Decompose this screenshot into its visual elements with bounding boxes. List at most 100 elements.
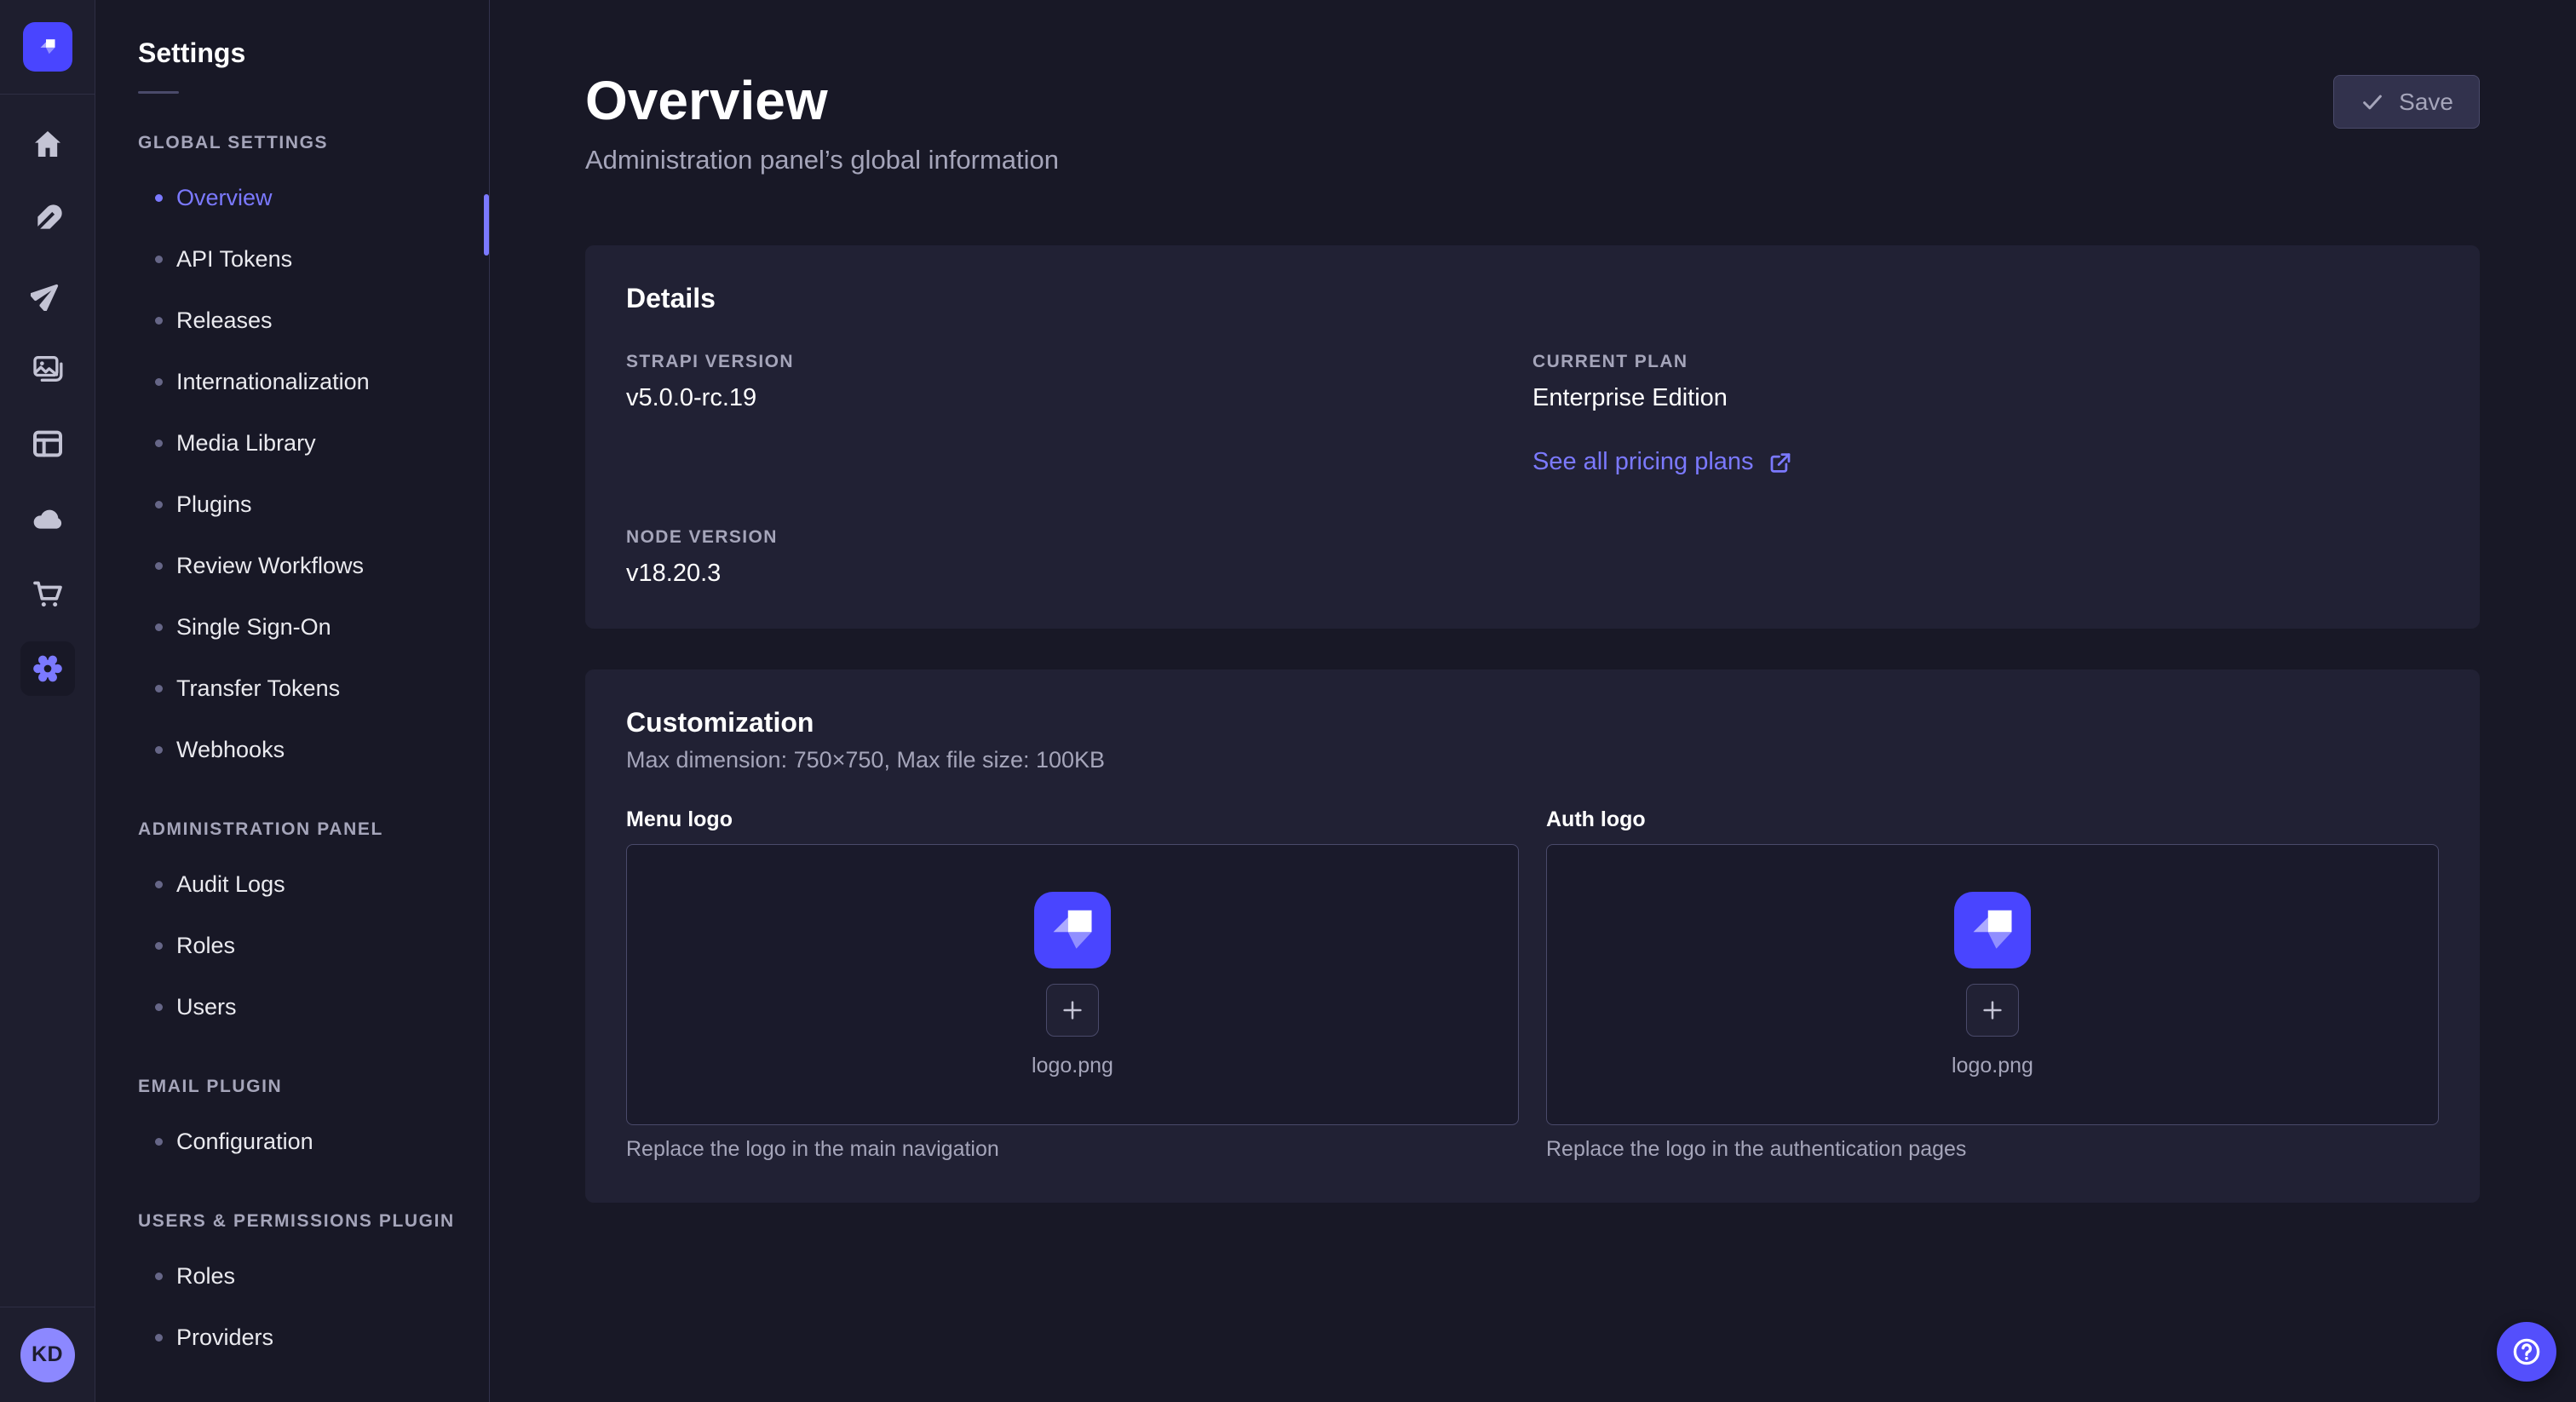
- bullet-icon: [155, 685, 163, 692]
- save-button[interactable]: Save: [2333, 75, 2480, 129]
- user-avatar[interactable]: KD: [20, 1328, 75, 1382]
- sidebar-item-label: Roles: [176, 933, 235, 959]
- subnav-title: Settings: [138, 37, 489, 69]
- customization-card: Customization Max dimension: 750×750, Ma…: [585, 669, 2480, 1203]
- menu-logo-preview: [1034, 892, 1111, 968]
- app-root: KD Settings GLOBAL SETTINGS Overview API…: [0, 0, 2576, 1402]
- sidebar-item-media-library[interactable]: Media Library: [95, 412, 489, 474]
- auth-logo-label: Auth logo: [1546, 807, 2439, 832]
- strapi-version-value: v5.0.0-rc.19: [626, 384, 1532, 412]
- details-heading: Details: [626, 283, 2439, 314]
- home-nav-button[interactable]: [0, 106, 95, 181]
- send-icon: [31, 277, 65, 311]
- sidebar-item-review-workflows[interactable]: Review Workflows: [95, 535, 489, 596]
- deploy-cloud-nav-button[interactable]: [0, 481, 95, 556]
- sidebar-item-email-configuration[interactable]: Configuration: [95, 1111, 489, 1172]
- current-plan-value: Enterprise Edition: [1532, 384, 2439, 412]
- main-nav-rail: KD: [0, 0, 95, 1402]
- sidebar-item-label: Users: [176, 994, 237, 1020]
- strapi-logo[interactable]: [23, 22, 72, 72]
- auth-logo-preview: [1954, 892, 2031, 968]
- pricing-plans-link-label: See all pricing plans: [1532, 448, 1754, 476]
- cart-icon: [31, 577, 65, 611]
- details-card: Details STRAPI VERSION v5.0.0-rc.19 CURR…: [585, 245, 2480, 629]
- content-type-builder-nav-button[interactable]: [0, 406, 95, 481]
- node-version-field: NODE VERSION v18.20.3: [626, 527, 1532, 588]
- sidebar-item-api-tokens[interactable]: API Tokens: [95, 228, 489, 290]
- settings-subnav: Settings GLOBAL SETTINGS Overview API To…: [95, 0, 490, 1402]
- sidebar-item-releases[interactable]: Releases: [95, 290, 489, 351]
- sidebar-item-audit-logs[interactable]: Audit Logs: [95, 853, 489, 915]
- node-version-label: NODE VERSION: [626, 527, 1532, 548]
- logo-upload-grid: Menu logo: [626, 807, 2439, 1162]
- check-icon: [2360, 89, 2385, 115]
- page-header-text: Overview Administration panel’s global i…: [585, 73, 1059, 175]
- bullet-icon: [155, 881, 163, 888]
- sidebar-item-single-sign-on[interactable]: Single Sign-On: [95, 596, 489, 658]
- auth-logo-filename: logo.png: [1952, 1054, 2033, 1078]
- settings-nav-button[interactable]: [0, 631, 95, 706]
- users-permissions-list: Roles Providers: [95, 1245, 489, 1368]
- bullet-icon: [155, 440, 163, 447]
- sidebar-item-plugins[interactable]: Plugins: [95, 474, 489, 535]
- help-button[interactable]: [2497, 1322, 2556, 1382]
- bullet-icon: [155, 1138, 163, 1146]
- sidebar-item-up-roles[interactable]: Roles: [95, 1245, 489, 1307]
- strapi-mark-icon: [33, 32, 62, 61]
- section-label-administration-panel: ADMINISTRATION PANEL: [138, 819, 489, 840]
- gear-icon: [31, 652, 65, 686]
- releases-nav-button[interactable]: [0, 256, 95, 331]
- menu-logo-add-button[interactable]: [1046, 984, 1099, 1037]
- section-label-email-plugin: EMAIL PLUGIN: [138, 1077, 489, 1097]
- sidebar-item-label: Overview: [176, 185, 273, 211]
- sidebar-item-label: Webhooks: [176, 737, 285, 763]
- menu-logo-helper: Replace the logo in the main navigation: [626, 1137, 1519, 1162]
- feather-icon: [31, 202, 65, 236]
- avatar-initials: KD: [32, 1342, 63, 1367]
- sidebar-item-transfer-tokens[interactable]: Transfer Tokens: [95, 658, 489, 719]
- plus-icon: [1980, 997, 2005, 1023]
- sidebar-item-label: Media Library: [176, 430, 316, 457]
- sidebar-item-label: Internationalization: [176, 369, 370, 395]
- page-header: Overview Administration panel’s global i…: [585, 0, 2480, 175]
- sidebar-item-label: Transfer Tokens: [176, 675, 340, 702]
- sidebar-item-label: Releases: [176, 307, 273, 334]
- auth-logo-helper: Replace the logo in the authentication p…: [1546, 1137, 2439, 1162]
- question-mark-icon: [2510, 1336, 2543, 1368]
- sidebar-item-up-providers[interactable]: Providers: [95, 1307, 489, 1368]
- cloud-icon: [31, 502, 65, 536]
- auth-logo-field: Auth logo: [1546, 807, 2439, 1162]
- subnav-scroll-indicator: [484, 194, 489, 256]
- bullet-icon: [155, 1003, 163, 1011]
- sidebar-item-admin-roles[interactable]: Roles: [95, 915, 489, 976]
- auth-logo-upload-area[interactable]: logo.png: [1546, 844, 2439, 1125]
- current-plan-label: CURRENT PLAN: [1532, 352, 2439, 372]
- plus-icon: [1060, 997, 1085, 1023]
- menu-logo-upload-area[interactable]: logo.png: [626, 844, 1519, 1125]
- sidebar-item-label: Audit Logs: [176, 871, 285, 898]
- bullet-icon: [155, 256, 163, 263]
- pricing-plans-link[interactable]: See all pricing plans: [1532, 448, 1793, 476]
- bullet-icon: [155, 501, 163, 509]
- external-link-icon: [1768, 450, 1793, 475]
- strapi-mark-icon: [1954, 892, 2031, 968]
- sidebar-item-webhooks[interactable]: Webhooks: [95, 719, 489, 780]
- subnav-title-divider: [138, 91, 179, 94]
- strapi-version-label: STRAPI VERSION: [626, 352, 1532, 372]
- content-manager-nav-button[interactable]: [0, 181, 95, 256]
- section-label-users-permissions-plugin: USERS & PERMISSIONS PLUGIN: [138, 1211, 489, 1232]
- customization-constraints: Max dimension: 750×750, Max file size: 1…: [626, 747, 2439, 773]
- auth-logo-add-button[interactable]: [1966, 984, 2019, 1037]
- sidebar-item-overview[interactable]: Overview: [95, 167, 489, 228]
- sidebar-item-admin-users[interactable]: Users: [95, 976, 489, 1037]
- media-library-nav-button[interactable]: [0, 331, 95, 406]
- sidebar-item-label: Plugins: [176, 491, 252, 518]
- bullet-icon: [155, 1334, 163, 1342]
- rail-bottom-area: KD: [0, 1307, 95, 1402]
- layout-icon: [31, 427, 65, 461]
- marketplace-nav-button[interactable]: [0, 556, 95, 631]
- menu-logo-field: Menu logo: [626, 807, 1519, 1162]
- global-settings-list: Overview API Tokens Releases Internation…: [95, 167, 489, 780]
- rail-nav-items: [0, 95, 95, 706]
- sidebar-item-internationalization[interactable]: Internationalization: [95, 351, 489, 412]
